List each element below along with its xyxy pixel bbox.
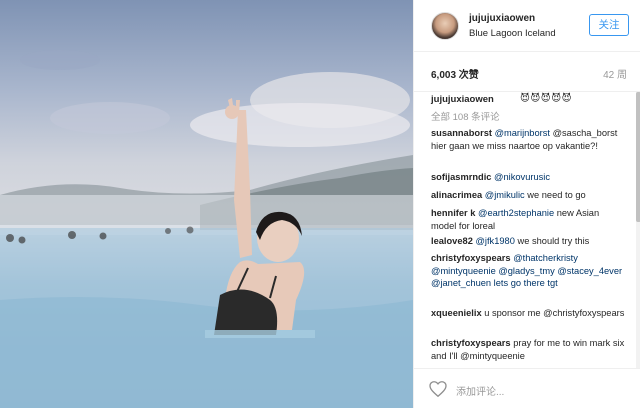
comment-username[interactable]: lealove82 bbox=[431, 236, 473, 246]
comment-item: christyfoxyspears @thatcherkristy @minty… bbox=[431, 252, 626, 290]
comments-scrollbar[interactable] bbox=[636, 92, 640, 368]
comment-username[interactable]: susannaborst bbox=[431, 128, 492, 138]
owner-username[interactable]: jujujuxiaowen bbox=[469, 13, 535, 24]
post-location[interactable]: Blue Lagoon Iceland bbox=[469, 28, 556, 39]
scrollbar-thumb[interactable] bbox=[636, 92, 640, 222]
post-stats: 6,003 次赞 42 周 bbox=[414, 52, 640, 92]
add-comment-input[interactable]: 添加评论... bbox=[456, 383, 504, 398]
comment-mention[interactable]: @nikovurusic bbox=[494, 172, 550, 182]
comment-username[interactable]: xqueenielix bbox=[431, 308, 482, 318]
comment-text: we should try this bbox=[517, 236, 590, 246]
heart-icon[interactable] bbox=[429, 381, 447, 397]
avatar[interactable] bbox=[431, 12, 459, 40]
comment-bar: 添加评论... bbox=[414, 368, 640, 408]
post-photo[interactable] bbox=[0, 0, 413, 408]
comment-text: @mintyqueenie @gladys_tmy @stacey_4ever … bbox=[431, 265, 623, 289]
comment-username[interactable]: sofijasmrndic bbox=[431, 172, 491, 182]
caption-username[interactable]: jujujuxiaowen bbox=[431, 94, 494, 105]
comment-username[interactable]: hennifer k bbox=[431, 208, 475, 218]
likes-count[interactable]: 6,003 次赞 bbox=[431, 66, 479, 81]
comment-item: alinacrimea @jmikulic we need to go bbox=[431, 189, 626, 202]
post-sidebar: jujujuxiaowen Blue Lagoon Iceland 关注 6,0… bbox=[413, 0, 640, 408]
comment-item: xqueenielix u sponsor me @christyfoxyspe… bbox=[431, 307, 626, 320]
follow-button[interactable]: 关注 bbox=[589, 14, 629, 36]
caption-text: 😈😈😈😈😈 bbox=[520, 93, 573, 104]
comment-text: u sponsor me @christyfoxyspears bbox=[484, 308, 625, 318]
comment-mention[interactable]: @thatcherkristy bbox=[513, 253, 578, 263]
comment-username[interactable]: christyfoxyspears bbox=[431, 338, 511, 348]
comment-mention[interactable]: @marijnborst bbox=[495, 128, 550, 138]
comment-mention[interactable]: @jmikulic bbox=[485, 190, 525, 200]
view-all-comments-link[interactable]: 全部 108 条评论 bbox=[431, 109, 500, 123]
post-time[interactable]: 42 周 bbox=[603, 66, 627, 81]
comment-item: lealove82 @jfk1980 we should try this bbox=[431, 235, 626, 248]
post-header: jujujuxiaowen Blue Lagoon Iceland 关注 bbox=[414, 0, 640, 52]
comment-mention[interactable]: @earth2stephanie bbox=[478, 208, 554, 218]
comment-item: christyfoxyspears pray for me to win mar… bbox=[431, 337, 626, 362]
comment-item: sofijasmrndic @nikovurusic bbox=[431, 171, 626, 184]
comments-list[interactable]: jujujuxiaowen 😈😈😈😈😈 全部 108 条评论 susannabo… bbox=[414, 92, 636, 368]
comment-username[interactable]: alinacrimea bbox=[431, 190, 482, 200]
comment-item: hennifer k @earth2stephanie new Asian mo… bbox=[431, 207, 626, 232]
photo-scene bbox=[0, 50, 413, 408]
comment-mention[interactable]: @jfk1980 bbox=[475, 236, 514, 246]
comment-username[interactable]: christyfoxyspears bbox=[431, 253, 511, 263]
comment-item: susannaborst @marijnborst @sascha_borst … bbox=[431, 127, 626, 152]
comment-text: we need to go bbox=[527, 190, 586, 200]
